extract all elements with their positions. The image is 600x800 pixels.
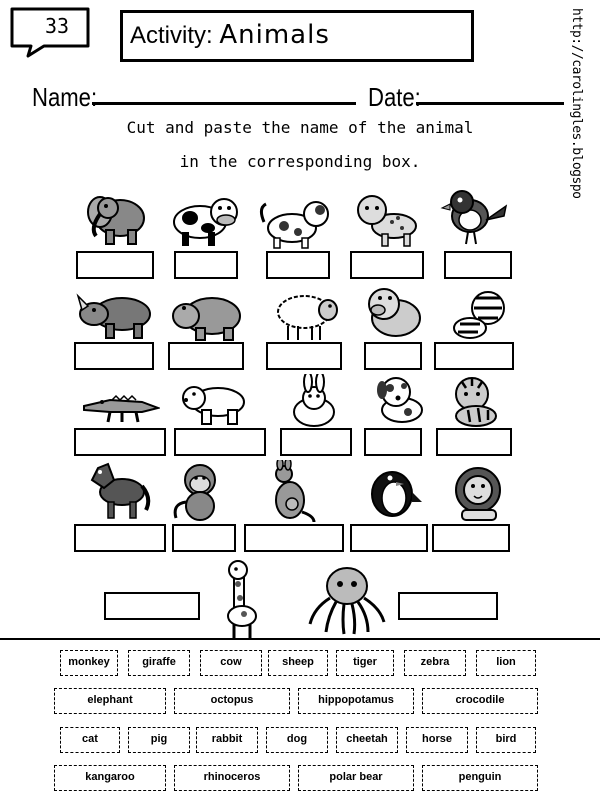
giraffe-icon (227, 560, 257, 638)
kangaroo-icon (275, 460, 316, 523)
title-subject: Animals (219, 20, 330, 50)
paste-box[interactable] (244, 524, 344, 552)
monkey-icon (173, 464, 216, 521)
paste-box[interactable] (350, 524, 428, 552)
paste-box[interactable] (266, 342, 342, 370)
name-label: Name: (32, 82, 98, 112)
title-prefix: Activity: (130, 22, 213, 49)
word-card[interactable]: octopus (174, 688, 290, 714)
cat-icon (259, 201, 329, 249)
word-card[interactable]: penguin (422, 765, 538, 791)
paste-box[interactable] (350, 251, 424, 279)
octopus-icon (308, 567, 386, 635)
word-card[interactable]: rabbit (196, 727, 258, 753)
paste-box[interactable] (432, 524, 510, 552)
word-card[interactable]: sheep (268, 650, 328, 676)
activity-number: 33 (44, 14, 70, 38)
paste-box[interactable] (74, 342, 154, 370)
paste-box[interactable] (74, 428, 166, 456)
word-card[interactable]: giraffe (128, 650, 190, 676)
rhinoceros-icon (76, 293, 151, 339)
word-card[interactable]: cat (60, 727, 120, 753)
date-label: Date: (368, 82, 421, 112)
word-card[interactable]: bird (476, 727, 536, 753)
paste-box[interactable] (174, 428, 266, 456)
word-card[interactable]: hippopotamus (298, 688, 414, 714)
word-card[interactable]: elephant (54, 688, 166, 714)
paste-box[interactable] (168, 342, 244, 370)
dog-icon (377, 377, 423, 423)
word-card[interactable]: horse (406, 727, 468, 753)
pig-icon (368, 288, 421, 337)
date-line[interactable] (416, 102, 564, 105)
paste-box[interactable] (174, 251, 238, 279)
tiger-icon (455, 377, 497, 427)
paste-box[interactable] (74, 524, 166, 552)
word-card[interactable]: kangaroo (54, 765, 166, 791)
word-card[interactable]: dog (266, 727, 328, 753)
page-title: Activity: Animals (130, 16, 470, 54)
instruction-line-1: Cut and paste the name of the animal (126, 118, 474, 137)
polar-bear-icon (182, 386, 245, 425)
paste-box[interactable] (364, 428, 422, 456)
paste-box[interactable] (76, 251, 154, 279)
elephant-icon (87, 196, 145, 245)
lion-icon (455, 467, 501, 521)
word-card[interactable]: tiger (336, 650, 394, 676)
penguin-icon (371, 471, 422, 517)
word-card[interactable]: polar bear (298, 765, 414, 791)
word-card[interactable]: pig (128, 727, 190, 753)
word-card[interactable]: lion (476, 650, 536, 676)
instruction-line-2: in the corresponding box. (179, 152, 421, 171)
paste-box[interactable] (444, 251, 512, 279)
paste-box[interactable] (364, 342, 422, 370)
word-card[interactable]: cheetah (336, 727, 398, 753)
cheetah-icon (357, 195, 417, 247)
paste-box[interactable] (436, 428, 512, 456)
word-card[interactable]: crocodile (422, 688, 538, 714)
word-card[interactable]: rhinoceros (174, 765, 290, 791)
paste-box[interactable] (434, 342, 514, 370)
zebra-icon (453, 291, 505, 339)
rabbit-icon (293, 374, 335, 427)
blog-url: http://carolingles.blogspot.com (569, 8, 584, 198)
cow-icon (173, 198, 238, 246)
paste-box[interactable] (172, 524, 236, 552)
word-card[interactable]: monkey (60, 650, 118, 676)
paste-box[interactable] (280, 428, 352, 456)
horse-icon (90, 462, 151, 519)
hippopotamus-icon (172, 297, 241, 341)
name-line[interactable] (92, 102, 356, 105)
sheep-icon (277, 295, 338, 340)
paste-box[interactable] (266, 251, 330, 279)
paste-box[interactable] (104, 592, 200, 620)
cut-line (0, 638, 600, 640)
bird-icon (440, 190, 508, 245)
paste-box[interactable] (398, 592, 498, 620)
word-card[interactable]: cow (200, 650, 262, 676)
word-card[interactable]: zebra (404, 650, 466, 676)
crocodile-icon (83, 394, 160, 423)
